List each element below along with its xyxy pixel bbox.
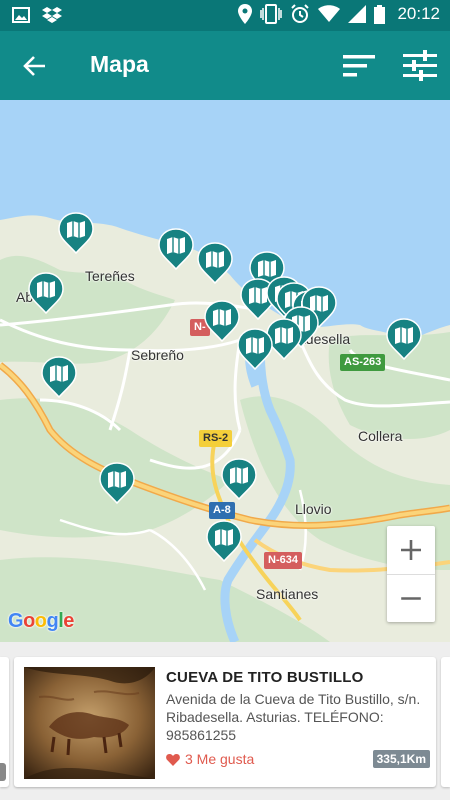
- road-shield-n634: N-634: [264, 552, 302, 569]
- map-label-sebreno: Sebreño: [131, 347, 184, 363]
- map-marker-icon[interactable]: [204, 300, 240, 342]
- map-label-llovio: Llovio: [295, 501, 332, 517]
- map-marker-icon[interactable]: [237, 328, 273, 370]
- map-view[interactable]: Tereñes Ab Sebreño adesella Collera Llov…: [0, 100, 450, 642]
- road-shield-rs2: RS-2: [199, 430, 233, 447]
- map-label-santianes: Santianes: [256, 586, 319, 602]
- place-title: CUEVA DE TITO BUSTILLO: [166, 669, 364, 686]
- map-marker-icon[interactable]: [41, 356, 77, 398]
- next-card-edge[interactable]: [441, 657, 450, 787]
- battery-icon: [374, 4, 386, 24]
- zoom-in-button[interactable]: [387, 526, 435, 574]
- location-icon: [238, 4, 253, 24]
- status-bar: 20:12: [0, 0, 450, 31]
- page-title: Mapa: [90, 51, 149, 77]
- app-bar: Mapa: [0, 31, 450, 100]
- image-icon: [12, 7, 30, 23]
- map-marker-icon[interactable]: [58, 212, 94, 254]
- road-shield-as263: AS-263: [340, 354, 386, 371]
- map-marker-icon[interactable]: [386, 318, 422, 360]
- status-time: 20:12: [397, 4, 440, 23]
- place-cards-carousel[interactable]: CUEVA DE TITO BUSTILLO Avenida de la Cue…: [0, 642, 450, 800]
- map-marker-icon[interactable]: [221, 458, 257, 500]
- map-marker-icon[interactable]: [28, 272, 64, 314]
- sort-icon[interactable]: [343, 53, 375, 79]
- map-label-terenes: Tereñes: [85, 268, 135, 284]
- distance-badge: 335,1Km: [372, 750, 430, 768]
- previous-card-edge[interactable]: [0, 657, 9, 787]
- alarm-icon: [291, 4, 310, 23]
- likes-count: 3 Me gusta: [185, 751, 255, 767]
- map-marker-icon[interactable]: [206, 520, 242, 562]
- place-card[interactable]: CUEVA DE TITO BUSTILLO Avenida de la Cue…: [14, 657, 436, 787]
- back-arrow-icon[interactable]: [20, 51, 50, 81]
- dropbox-icon: [42, 7, 62, 23]
- filter-sliders-icon[interactable]: [403, 50, 437, 82]
- signal-icon: [348, 5, 367, 23]
- zoom-out-button[interactable]: [387, 574, 435, 622]
- zoom-control: [387, 526, 435, 622]
- map-marker-icon[interactable]: [158, 228, 194, 270]
- road-shield-a8: A-8: [209, 502, 235, 519]
- place-description: Avenida de la Cueva de Tito Bustillo, s/…: [166, 691, 421, 743]
- wifi-icon: [318, 5, 341, 22]
- map-marker-icon[interactable]: [197, 242, 233, 284]
- vibrate-icon: [260, 4, 283, 24]
- likes[interactable]: 3 Me gusta: [166, 751, 254, 767]
- heart-icon: [166, 753, 180, 766]
- cave-painting-thumbnail: [24, 667, 155, 779]
- map-marker-icon[interactable]: [99, 462, 135, 504]
- map-label-collera: Collera: [358, 428, 403, 444]
- google-attribution: Google: [8, 610, 74, 632]
